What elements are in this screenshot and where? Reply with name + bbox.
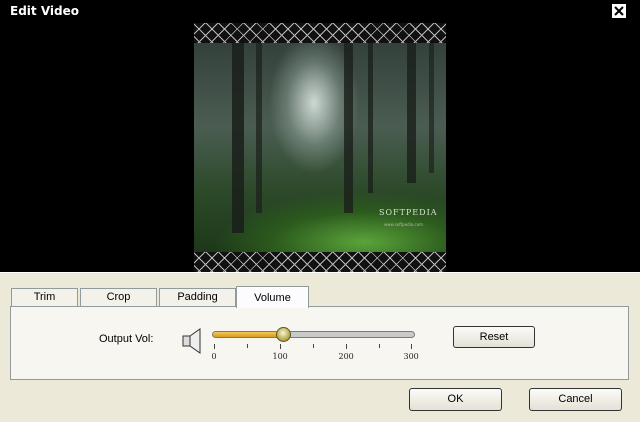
cancel-button[interactable]: Cancel xyxy=(529,388,622,411)
volume-slider-track[interactable] xyxy=(212,331,415,338)
output-vol-label: Output Vol: xyxy=(99,333,154,345)
slider-tick-minor xyxy=(247,344,248,348)
watermark-url: www.softpedia.com xyxy=(384,222,424,227)
tab-label: Volume xyxy=(254,292,291,304)
slider-tick-label: 100 xyxy=(272,352,288,361)
edit-video-dialog: Edit Video SOFTPEDIA www.softpedia.com T… xyxy=(0,0,640,422)
tab-label: Padding xyxy=(177,291,218,303)
watermark-text: SOFTPEDIA xyxy=(379,208,438,217)
reset-button[interactable]: Reset xyxy=(453,326,535,348)
slider-tick-major xyxy=(280,344,281,349)
slider-tick-major xyxy=(411,344,412,349)
slider-tick-minor xyxy=(313,344,314,348)
slider-tick-major xyxy=(346,344,347,349)
title-bar: Edit Video xyxy=(0,0,640,23)
slider-tick-major xyxy=(214,344,215,349)
tab-trim[interactable]: Trim xyxy=(11,288,78,307)
window-title: Edit Video xyxy=(10,4,79,18)
volume-tab-content: Output Vol: 0 100 200 300 Reset xyxy=(10,306,629,380)
tab-label: Crop xyxy=(106,291,131,303)
volume-slider-fill xyxy=(213,332,285,337)
tree-trunk xyxy=(232,43,244,233)
tree-trunk xyxy=(368,43,373,193)
tree-trunk xyxy=(256,43,262,213)
video-frame: SOFTPEDIA www.softpedia.com xyxy=(194,43,446,252)
video-preview-area: SOFTPEDIA www.softpedia.com xyxy=(0,23,640,272)
settings-panel: Trim Crop Padding Volume Output Vol: 0 10… xyxy=(0,272,640,422)
tab-label: Trim xyxy=(33,291,56,303)
slider-tick-label: 0 xyxy=(211,352,217,361)
tab-volume[interactable]: Volume xyxy=(236,286,309,308)
volume-slider-thumb[interactable] xyxy=(276,327,292,342)
tab-crop[interactable]: Crop xyxy=(80,288,157,307)
letterbox-bottom xyxy=(194,252,446,272)
slider-tick-label: 200 xyxy=(338,352,354,361)
tree-trunk xyxy=(407,43,416,183)
slider-tick-label: 300 xyxy=(403,352,419,361)
slider-tick-minor xyxy=(379,344,380,348)
letterbox-top xyxy=(194,23,446,43)
tree-trunk xyxy=(429,43,434,173)
close-button[interactable] xyxy=(612,4,626,18)
tab-padding[interactable]: Padding xyxy=(159,288,236,307)
close-icon xyxy=(614,6,624,16)
ok-button[interactable]: OK xyxy=(409,388,502,411)
tree-trunk xyxy=(344,43,353,213)
speaker-icon xyxy=(182,328,201,354)
